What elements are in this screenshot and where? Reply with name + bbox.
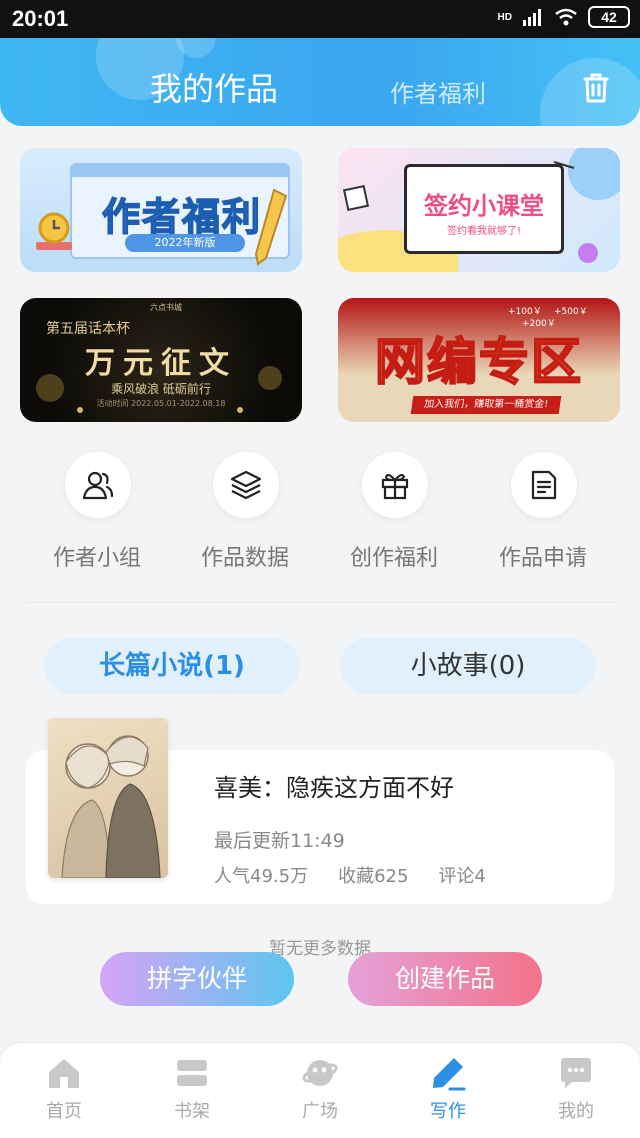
banner-subtitle: 签约看我就够了! bbox=[446, 226, 521, 237]
tab-my-works[interactable]: 我的作品 bbox=[150, 64, 278, 110]
create-work-button[interactable]: 创建作品 bbox=[348, 952, 542, 1006]
tab-author-benefits[interactable]: 作者福利 bbox=[390, 74, 486, 109]
chat-icon bbox=[561, 1058, 591, 1088]
shortcut-label: 作者小组 bbox=[52, 546, 141, 571]
shortcut-circle bbox=[65, 452, 131, 518]
shortcut-circle bbox=[362, 452, 428, 518]
nav-item-home[interactable]: 首页 bbox=[0, 1055, 128, 1138]
work-stats: 人气49.5万 收藏625 评论4 bbox=[214, 862, 486, 888]
banner-subtitle: 2022年新版 bbox=[125, 234, 245, 252]
nav-item-write[interactable]: 写作 bbox=[384, 1055, 512, 1138]
bookshelf-icon bbox=[177, 1060, 207, 1086]
bottom-nav: 首页 书架 广场 写作 我的 bbox=[0, 1042, 640, 1138]
banner-cup-name: 第五届话本杯 bbox=[46, 321, 130, 337]
banner-date: 活动时间 2022.05.01-2022.08.18 bbox=[96, 399, 226, 408]
banner-title: 签约小课堂 bbox=[424, 192, 544, 220]
nav-label: 书架 bbox=[174, 1101, 210, 1122]
banner-author-benefits[interactable]: 作者福利 2022年新版 bbox=[20, 148, 302, 272]
status-time: 20:01 bbox=[12, 6, 69, 31]
no-more-data-text: 暂无更多数据 bbox=[269, 939, 371, 959]
work-title: 喜美：隐疾这方面不好 bbox=[214, 774, 454, 802]
nav-item-bookshelf[interactable]: 书架 bbox=[128, 1055, 256, 1138]
banner-signing-class[interactable]: 签约小课堂 签约看我就够了! bbox=[338, 148, 620, 272]
status-icons: HD 42 bbox=[498, 6, 630, 28]
status-bar: 20:01 HD 42 bbox=[0, 0, 640, 38]
signal-icon bbox=[523, 9, 541, 26]
planet-icon bbox=[302, 1060, 338, 1086]
document-icon bbox=[531, 470, 557, 500]
divider bbox=[26, 602, 616, 603]
network-label: HD bbox=[497, 11, 512, 23]
shortcut-circle bbox=[511, 452, 577, 518]
battery-indicator: 42 bbox=[588, 6, 630, 28]
clock-icon bbox=[36, 212, 72, 250]
nav-label: 广场 bbox=[302, 1101, 338, 1122]
trash-icon[interactable] bbox=[582, 72, 610, 104]
shortcut-author-group[interactable]: 作者小组 bbox=[22, 452, 172, 582]
shortcut-works-data[interactable]: 作品数据 bbox=[170, 452, 320, 582]
work-updated: 最后更新11:49 bbox=[214, 830, 345, 852]
money-tag: +500￥ bbox=[554, 307, 588, 317]
banner-strip: 加入我们，赚取第一桶赏金! bbox=[410, 396, 562, 414]
wifi-icon bbox=[555, 8, 577, 26]
banner-subtitle: 乘风破浪 砥砺前行 bbox=[111, 382, 211, 396]
shortcut-label: 作品申请 bbox=[498, 546, 587, 571]
work-favorites: 收藏625 bbox=[338, 866, 409, 887]
banner-title: 网编专区 bbox=[374, 332, 583, 392]
banner-title: 万元征文 bbox=[85, 346, 237, 381]
top-header: 我的作品 作者福利 bbox=[0, 38, 640, 126]
layers-icon bbox=[230, 470, 262, 500]
nav-item-me[interactable]: 我的 bbox=[512, 1055, 640, 1138]
home-icon bbox=[49, 1059, 79, 1088]
work-comments: 评论4 bbox=[438, 866, 486, 887]
work-cover-image[interactable] bbox=[48, 718, 168, 878]
tab-long-novels[interactable]: 长篇小说(1) bbox=[44, 638, 300, 694]
banner-essay-contest[interactable]: 六点书城 第五届话本杯 万元征文 乘风破浪 砥砺前行 活动时间 2022.05.… bbox=[20, 298, 302, 422]
banner-small-text: 六点书城 bbox=[150, 303, 182, 312]
shortcut-creation-benefits[interactable]: 创作福利 bbox=[319, 452, 469, 582]
tab-short-stories[interactable]: 小故事(0) bbox=[340, 638, 596, 694]
nav-label: 首页 bbox=[46, 1101, 82, 1122]
gift-icon bbox=[381, 474, 409, 500]
pen-icon bbox=[433, 1058, 466, 1091]
nav-item-plaza[interactable]: 广场 bbox=[256, 1055, 384, 1138]
work-popularity: 人气49.5万 bbox=[214, 866, 309, 887]
users-icon bbox=[82, 471, 114, 500]
writing-partner-button[interactable]: 拼字伙伴 bbox=[100, 952, 294, 1006]
shortcut-label: 创作福利 bbox=[349, 546, 438, 571]
shortcut-works-application[interactable]: 作品申请 bbox=[468, 452, 618, 582]
nav-label: 写作 bbox=[430, 1101, 466, 1122]
shortcut-circle bbox=[213, 452, 279, 518]
banner-title: 作者福利 bbox=[101, 194, 262, 240]
shortcut-label: 作品数据 bbox=[200, 546, 289, 571]
cover-illustration bbox=[61, 735, 161, 878]
banner-editor-zone[interactable]: +100￥ +200￥ +500￥ 网编专区 加入我们，赚取第一桶赏金! bbox=[338, 298, 620, 422]
nav-label: 我的 bbox=[558, 1101, 594, 1122]
